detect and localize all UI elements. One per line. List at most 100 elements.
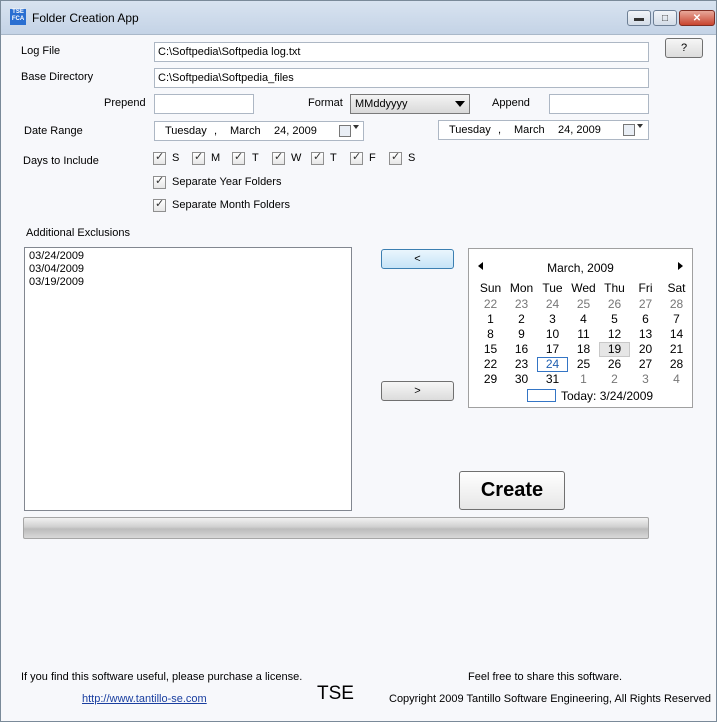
- calendar-day[interactable]: 26: [599, 357, 630, 372]
- log-file-label: Log File: [21, 45, 61, 57]
- calendar-day[interactable]: 27: [630, 357, 661, 372]
- prepend-label: Prepend: [104, 97, 146, 109]
- day-label-mon: M: [211, 152, 221, 164]
- calendar-icon: [623, 124, 635, 136]
- calendar-month-label[interactable]: March, 2009: [469, 261, 692, 275]
- calendar-day[interactable]: 18: [568, 342, 599, 357]
- calendar-day[interactable]: 20: [630, 342, 661, 357]
- end-date-picker[interactable]: Tuesday , March 24, 2009: [438, 120, 649, 140]
- exclusions-list[interactable]: 03/24/2009 03/04/2009 03/19/2009: [24, 247, 352, 511]
- calendar-day[interactable]: 15: [475, 342, 506, 357]
- calendar-day[interactable]: 11: [568, 327, 599, 342]
- day-checkbox-tue[interactable]: [232, 150, 245, 165]
- day-checkbox-sun[interactable]: [153, 150, 166, 165]
- day-checkbox-wed[interactable]: [272, 150, 285, 165]
- calendar-day[interactable]: 23: [506, 297, 537, 312]
- weekday-header: Tue: [542, 281, 563, 295]
- year-folders-label: Separate Year Folders: [172, 176, 282, 188]
- start-date: 24, 2009: [274, 125, 317, 137]
- calendar-day[interactable]: 2: [506, 312, 537, 327]
- move-right-button[interactable]: >: [381, 381, 454, 401]
- calendar-day[interactable]: 17: [537, 342, 568, 357]
- month-calendar[interactable]: March, 2009 Sun Mon Tue Wed Thu Fri Sat …: [468, 248, 693, 408]
- calendar-day[interactable]: 10: [537, 327, 568, 342]
- calendar-day[interactable]: 1: [568, 372, 599, 387]
- format-label: Format: [308, 97, 343, 109]
- day-checkbox-fri[interactable]: [350, 150, 363, 165]
- append-input[interactable]: [549, 94, 649, 114]
- end-sep: ,: [498, 124, 502, 136]
- close-button[interactable]: ✕: [679, 10, 715, 26]
- day-label-wed: W: [291, 152, 302, 164]
- list-item[interactable]: 03/24/2009: [25, 250, 351, 263]
- end-date: 24, 2009: [558, 124, 601, 136]
- day-checkbox-mon[interactable]: [192, 150, 205, 165]
- start-date-picker[interactable]: Tuesday , March 24, 2009: [154, 121, 364, 141]
- calendar-day[interactable]: 5: [599, 312, 630, 327]
- calendar-day[interactable]: 28: [661, 297, 692, 312]
- day-checkbox-sat[interactable]: [389, 150, 402, 165]
- calendar-day[interactable]: 30: [506, 372, 537, 387]
- base-directory-input[interactable]: C:\Softpedia\Softpedia_files: [154, 68, 649, 88]
- calendar-day[interactable]: 25: [568, 297, 599, 312]
- calendar-day[interactable]: 8: [475, 327, 506, 342]
- website-link[interactable]: http://www.tantillo-se.com: [82, 693, 207, 705]
- month-folders-checkbox[interactable]: [153, 197, 166, 212]
- day-checkbox-thu[interactable]: [311, 150, 324, 165]
- format-value: MMddyyyy: [355, 98, 408, 110]
- log-file-input[interactable]: C:\Softpedia\Softpedia log.txt: [154, 42, 649, 62]
- calendar-day-hovered[interactable]: 19: [599, 342, 630, 357]
- minimize-button[interactable]: ▬: [627, 10, 651, 26]
- calendar-day[interactable]: 14: [661, 327, 692, 342]
- day-label-sun: S: [172, 152, 180, 164]
- maximize-button[interactable]: □: [653, 10, 677, 26]
- calendar-day[interactable]: 25: [568, 357, 599, 372]
- calendar-day[interactable]: 7: [661, 312, 692, 327]
- list-item[interactable]: 03/04/2009: [25, 263, 351, 276]
- move-left-button[interactable]: <: [381, 249, 454, 269]
- calendar-day[interactable]: 24: [537, 297, 568, 312]
- prepend-input[interactable]: [154, 94, 254, 114]
- help-button[interactable]: ?: [665, 38, 703, 58]
- calendar-day[interactable]: 28: [661, 357, 692, 372]
- calendar-day[interactable]: 27: [630, 297, 661, 312]
- calendar-day[interactable]: 13: [630, 327, 661, 342]
- calendar-day[interactable]: 9: [506, 327, 537, 342]
- date-range-label: Date Range: [24, 125, 83, 137]
- calendar-day[interactable]: 31: [537, 372, 568, 387]
- calendar-day[interactable]: 22: [475, 297, 506, 312]
- calendar-day[interactable]: 4: [661, 372, 692, 387]
- start-month: March: [230, 125, 261, 137]
- calendar-day[interactable]: 6: [630, 312, 661, 327]
- calendar-day[interactable]: 4: [568, 312, 599, 327]
- month-folders-label: Separate Month Folders: [172, 199, 291, 211]
- chevron-down-icon: [637, 124, 643, 128]
- calendar-day-today[interactable]: 24: [537, 357, 568, 372]
- day-label-tue: T: [252, 152, 259, 164]
- day-label-fri: F: [369, 152, 376, 164]
- today-link[interactable]: Today: 3/24/2009: [561, 389, 653, 403]
- append-label: Append: [492, 97, 530, 109]
- today-marker: [527, 389, 556, 402]
- calendar-day[interactable]: 1: [475, 312, 506, 327]
- calendar-day[interactable]: 16: [506, 342, 537, 357]
- calendar-icon: [339, 125, 351, 137]
- create-button[interactable]: Create: [459, 471, 565, 510]
- weekday-header: Sun: [479, 281, 502, 295]
- calendar-day[interactable]: 22: [475, 357, 506, 372]
- calendar-day[interactable]: 3: [630, 372, 661, 387]
- next-month-icon[interactable]: [678, 262, 683, 270]
- calendar-day[interactable]: 21: [661, 342, 692, 357]
- calendar-day[interactable]: 12: [599, 327, 630, 342]
- list-item[interactable]: 03/19/2009: [25, 276, 351, 289]
- year-folders-checkbox[interactable]: [153, 174, 166, 189]
- chevron-down-icon: [353, 125, 359, 129]
- calendar-day[interactable]: 23: [506, 357, 537, 372]
- tse-logo-text: TSE: [317, 683, 354, 704]
- close-icon: ✕: [692, 12, 702, 24]
- calendar-day[interactable]: 29: [475, 372, 506, 387]
- format-select[interactable]: MMddyyyy: [350, 94, 470, 114]
- calendar-day[interactable]: 3: [537, 312, 568, 327]
- calendar-day[interactable]: 2: [599, 372, 630, 387]
- calendar-day[interactable]: 26: [599, 297, 630, 312]
